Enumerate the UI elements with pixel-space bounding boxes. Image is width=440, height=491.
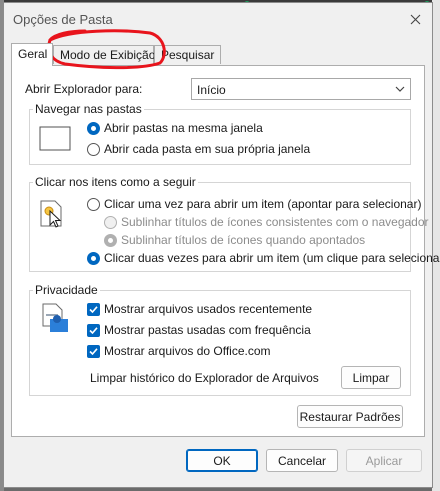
button-label: Limpar [352, 370, 390, 385]
option-label: Clicar uma vez para abrir um item (apont… [104, 197, 422, 211]
tab-pesquisar[interactable]: Pesquisar [154, 45, 221, 64]
general-tab-panel: Abrir Explorador para: Início Navegar na… [11, 65, 440, 437]
clear-history-label: Limpar histórico do Explorador de Arquiv… [90, 371, 319, 385]
radio-single-click[interactable] [87, 198, 100, 211]
folder-window-icon [39, 126, 71, 151]
group-title: Privacidade [33, 283, 100, 297]
radio-underline-browser[interactable] [104, 216, 117, 229]
checkbox-office-files[interactable] [87, 345, 100, 358]
checkbox-recent-files[interactable] [87, 303, 100, 316]
privacy-document-icon [42, 303, 68, 332]
option-label: Sublinhar títulos de ícones quando apont… [121, 233, 366, 247]
browse-folders-group: Navegar nas pastas Abrir pastas na mesma… [29, 102, 411, 165]
button-label: Restaurar Padrões [299, 409, 401, 424]
checkmark-icon [89, 306, 98, 314]
close-button[interactable] [404, 8, 426, 30]
option-label: Mostrar arquivos do Office.com [104, 344, 271, 358]
tab-geral[interactable]: Geral [11, 43, 53, 66]
restore-defaults-button[interactable]: Restaurar Padrões [297, 405, 403, 428]
checkmark-icon [89, 327, 98, 335]
tab-modo-de-exibicao[interactable]: Modo de Exibição [53, 45, 156, 64]
ok-button[interactable]: OK [186, 449, 258, 472]
tab-label: Geral [18, 47, 48, 61]
open-explorer-select[interactable]: Início [191, 78, 411, 100]
option-label: Mostrar pastas usadas com frequência [104, 323, 311, 337]
cancel-button[interactable]: Cancelar [266, 449, 338, 472]
radio-double-click[interactable] [87, 252, 100, 265]
privacy-group: Privacidade Mostrar arquivos usados rece… [29, 283, 411, 396]
button-label: OK [213, 453, 231, 468]
radio-same-window[interactable] [87, 122, 100, 135]
click-pointer-icon [40, 200, 62, 228]
clear-button[interactable]: Limpar [341, 366, 401, 389]
open-explorer-label: Abrir Explorador para: [25, 82, 143, 96]
option-label: Abrir cada pasta em sua própria janela [104, 142, 311, 156]
option-label: Sublinhar títulos de ícones consistentes… [121, 215, 429, 229]
dialog-title: Opções de Pasta [13, 12, 113, 27]
tab-label: Modo de Exibição [60, 48, 156, 62]
folder-options-dialog: Opções de Pasta Geral Modo de Exibição P… [3, 2, 440, 488]
option-label: Abrir pastas na mesma janela [104, 121, 263, 135]
title-bar: Opções de Pasta [4, 3, 432, 35]
button-label: Aplicar [365, 453, 403, 468]
chevron-down-icon [395, 86, 405, 92]
checkmark-icon [89, 348, 98, 356]
group-title: Navegar nas pastas [33, 102, 144, 116]
radio-underline-hover[interactable] [104, 234, 117, 247]
checkbox-frequent-folders[interactable] [87, 324, 100, 337]
apply-button[interactable]: Aplicar [346, 449, 422, 472]
option-label: Clicar duas vezes para abrir um item (um… [104, 251, 440, 265]
open-explorer-value: Início [197, 83, 226, 97]
radio-own-window[interactable] [87, 143, 100, 156]
close-icon [410, 14, 420, 24]
button-label: Cancelar [277, 453, 327, 468]
group-title: Clicar nos itens como a seguir [33, 175, 198, 189]
background-window-right [432, 0, 440, 491]
click-items-group: Clicar nos itens como a seguir Clicar um… [29, 175, 440, 272]
option-label: Mostrar arquivos usados recentemente [104, 302, 313, 316]
tab-label: Pesquisar [161, 48, 215, 62]
